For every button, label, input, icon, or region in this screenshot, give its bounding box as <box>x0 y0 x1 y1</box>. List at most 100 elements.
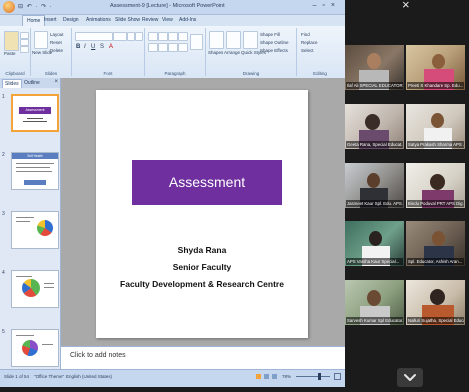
quick-styles-icon[interactable] <box>243 31 258 49</box>
tab-outline[interactable]: Outline <box>22 79 42 87</box>
pie-chart-icon <box>22 279 40 297</box>
participant-tile[interactable]: Satya Prakash Sharma APS ... <box>406 104 465 149</box>
participant-name: Bindu Poduval PRT APS Dig... <box>407 200 464 207</box>
window-title: Assessment-9 [Lecture] - Microsoft Power… <box>110 3 225 9</box>
shape-fill-button[interactable]: Shape Fill <box>260 32 280 37</box>
zoom-slider-thumb[interactable] <box>318 373 321 380</box>
participant-tile[interactable]: APS Varsha Kaur Special... <box>345 221 404 266</box>
powerpoint-window: ⊟ ↶ · ↷ · Assessment-9 [Lecture] - Micro… <box>0 0 345 387</box>
slide-thumbnail-3[interactable]: 3 <box>2 211 59 251</box>
pie-chart-icon <box>22 340 38 356</box>
slide-editor: Assessment Shyda Rana Senior Faculty Fac… <box>61 78 345 346</box>
close-icon[interactable]: × <box>402 0 410 12</box>
arrange-button[interactable]: Arrange <box>224 50 240 55</box>
shapes-icon[interactable] <box>209 31 224 49</box>
restore-icon[interactable]: ▫ <box>322 2 330 9</box>
participant-tile[interactable]: Spl. Educator, Ashish Aran... <box>406 221 465 266</box>
tab-slide-show[interactable]: Slide Show <box>115 17 140 23</box>
convert-smartart-icon[interactable] <box>190 34 203 50</box>
tab-insert[interactable]: Insert <box>44 17 57 23</box>
presenter-name[interactable]: Shyda Rana <box>96 245 308 255</box>
font-name-select[interactable] <box>75 32 113 41</box>
notes-pane[interactable]: Click to add notes <box>61 346 345 369</box>
delete-button[interactable]: Delete <box>50 48 63 53</box>
collapse-gallery-button[interactable] <box>397 368 423 387</box>
title-banner[interactable]: Assessment <box>132 160 282 205</box>
notes-placeholder[interactable]: Click to add notes <box>70 352 126 359</box>
cut-icon[interactable] <box>20 32 29 39</box>
drawing-group: Shapes Arrange Quick Styles Shape Fill S… <box>206 28 297 76</box>
fit-to-window-icon[interactable] <box>334 373 341 380</box>
office-button[interactable] <box>3 1 15 13</box>
paste-icon[interactable] <box>4 31 19 51</box>
reset-button[interactable]: Reset <box>50 40 62 45</box>
quick-access-toolbar[interactable]: ⊟ ↶ · ↷ · <box>18 3 53 10</box>
close-window-icon[interactable]: × <box>331 2 341 9</box>
select-button[interactable]: Select <box>301 48 314 53</box>
slide-thumbnail-2[interactable]: 2 Self Health <box>2 152 59 192</box>
replace-button[interactable]: Replace <box>301 40 318 45</box>
align-right-icon[interactable] <box>168 43 178 52</box>
ribbon-tabs: Home Insert Design Animations Slide Show… <box>0 15 345 27</box>
font-color-icon[interactable]: A <box>109 44 113 50</box>
participant-tile[interactable]: Nalluri Sujatha, Special Educat... <box>406 280 465 325</box>
zoom-level[interactable]: 78% <box>282 374 291 379</box>
window-controls[interactable]: –▫× <box>313 2 341 9</box>
italic-icon[interactable]: I <box>84 44 86 50</box>
tab-add-ins[interactable]: Add-Ins <box>179 17 196 23</box>
normal-view-icon[interactable] <box>256 374 261 379</box>
participant-tile[interactable]: Geeta Rana, Special Educat... <box>345 104 404 149</box>
slide-title[interactable]: Assessment <box>132 160 282 205</box>
slide-sorter-icon[interactable] <box>264 374 269 379</box>
underline-icon[interactable]: U <box>91 44 95 50</box>
participant-tile[interactable]: Bindu Poduval PRT APS Dig... <box>406 163 465 208</box>
indent-icon[interactable] <box>168 32 178 41</box>
font-group: B I U S A Font <box>72 28 145 76</box>
participant-tile[interactable]: Preeti S Khandare Sp. Edu... <box>406 45 465 90</box>
layout-button[interactable]: Layout <box>50 32 64 37</box>
shapes-button[interactable]: Shapes <box>208 50 223 55</box>
bullets-icon[interactable] <box>148 32 158 41</box>
participant-tile[interactable]: Jasmeet Kaur Spl. Edu. APS... <box>345 163 404 208</box>
close-panel-icon[interactable]: × <box>54 79 58 85</box>
bold-icon[interactable]: B <box>76 44 80 50</box>
text-direction-icon[interactable] <box>178 32 188 41</box>
presenter-organization[interactable]: Faculty Development & Research Centre <box>96 279 308 289</box>
clipboard-group: Paste Clipboard <box>0 28 31 76</box>
align-left-icon[interactable] <box>148 43 158 52</box>
slide-thumbnail-4[interactable]: 4 <box>2 270 59 310</box>
tab-design[interactable]: Design <box>63 17 79 23</box>
tab-slides[interactable]: Slides <box>2 79 22 88</box>
language-indicator[interactable]: English (United States) <box>66 374 112 379</box>
align-center-icon[interactable] <box>158 43 168 52</box>
editing-group: Find Replace Select Editing <box>297 28 343 76</box>
current-slide[interactable]: Assessment Shyda Rana Senior Faculty Fac… <box>96 90 308 338</box>
paste-button[interactable]: Paste <box>4 51 16 56</box>
grow-font-icon[interactable] <box>127 32 135 41</box>
format-painter-icon[interactable] <box>20 46 29 53</box>
justify-icon[interactable] <box>178 43 188 52</box>
numbering-icon[interactable] <box>158 32 168 41</box>
slide-thumbnail-5[interactable]: 5 <box>2 329 59 369</box>
shadow-icon[interactable]: S <box>100 44 104 50</box>
zoom-slider[interactable] <box>296 376 330 377</box>
shape-outline-button[interactable]: Shape Outline <box>260 40 289 45</box>
presenter-role[interactable]: Senior Faculty <box>96 262 308 272</box>
find-button[interactable]: Find <box>301 32 310 37</box>
participant-video <box>430 289 445 305</box>
shrink-font-icon[interactable] <box>135 32 143 41</box>
tab-review[interactable]: Review <box>142 17 158 23</box>
font-size-select[interactable] <box>113 32 127 41</box>
shape-effects-button[interactable]: Shape Effects <box>260 48 288 53</box>
slide-thumbnail-1[interactable]: 1 Assessment <box>2 94 59 134</box>
participant-tile[interactable]: Ilaf Ali SPECIAL EDUCATOR... <box>345 45 404 90</box>
participant-name: Nalluri Sujatha, Special Educat... <box>407 317 464 324</box>
arrange-icon[interactable] <box>226 31 241 49</box>
minimize-icon[interactable]: – <box>313 2 323 9</box>
slide-show-icon[interactable] <box>272 374 277 379</box>
tab-animations[interactable]: Animations <box>86 17 111 23</box>
participant-tile[interactable]: Sarvesh Kumar Spl Educator... <box>345 280 404 325</box>
new-slide-icon[interactable] <box>34 31 48 49</box>
copy-icon[interactable] <box>20 39 29 46</box>
tab-view[interactable]: View <box>162 17 173 23</box>
